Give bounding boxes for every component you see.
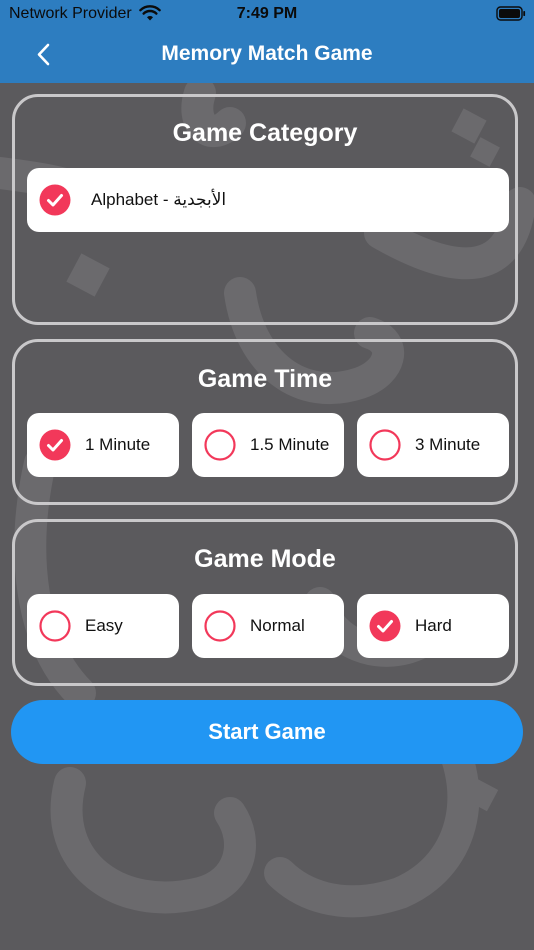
mode-option-easy[interactable]: Easy bbox=[27, 594, 179, 658]
unchecked-circle-icon bbox=[39, 610, 71, 642]
mode-option-label: Hard bbox=[415, 616, 452, 635]
time-option-label: 1 Minute bbox=[85, 435, 151, 454]
status-time: 7:49 PM bbox=[236, 5, 298, 22]
mode-option-hard[interactable]: Hard bbox=[357, 594, 509, 658]
game-category-section: Game Category Alphabet - الأبجدية bbox=[12, 94, 518, 325]
category-option-label: Alphabet - الأبجدية bbox=[91, 190, 227, 209]
mode-option-normal[interactable]: Normal bbox=[192, 594, 344, 658]
time-option-label: 3 Minute bbox=[415, 435, 481, 454]
mode-option-label: Normal bbox=[250, 616, 305, 635]
start-game-button[interactable]: Start Game bbox=[11, 700, 523, 764]
time-option-1-minute[interactable]: 1 Minute bbox=[27, 413, 179, 477]
battery-icon bbox=[496, 6, 526, 26]
unchecked-circle-icon bbox=[204, 610, 236, 642]
checked-circle-icon bbox=[39, 184, 71, 216]
unchecked-circle-icon bbox=[204, 429, 236, 461]
time-option-label: 1.5 Minute bbox=[250, 435, 330, 454]
checked-circle-icon bbox=[369, 610, 401, 642]
time-option-1-5-minute[interactable]: 1.5 Minute bbox=[192, 413, 344, 477]
checked-circle-icon bbox=[39, 429, 71, 461]
page-title: Memory Match Game bbox=[161, 42, 373, 65]
status-bar: Network Provider 7:49 PM bbox=[0, 0, 534, 28]
game-mode-section: Game Mode Easy Normal Hard bbox=[12, 519, 518, 686]
unchecked-circle-icon bbox=[369, 429, 401, 461]
time-option-3-minute[interactable]: 3 Minute bbox=[357, 413, 509, 477]
game-mode-title: Game Mode bbox=[194, 545, 336, 573]
category-option-alphabet[interactable]: Alphabet - الأبجدية bbox=[27, 168, 509, 232]
game-time-section: Game Time 1 Minute 1.5 Minute 3 Minute bbox=[12, 339, 518, 505]
game-category-title: Game Category bbox=[172, 119, 358, 147]
mode-option-label: Easy bbox=[85, 616, 123, 635]
nav-bar: Memory Match Game bbox=[0, 28, 534, 83]
game-time-title: Game Time bbox=[197, 365, 333, 393]
